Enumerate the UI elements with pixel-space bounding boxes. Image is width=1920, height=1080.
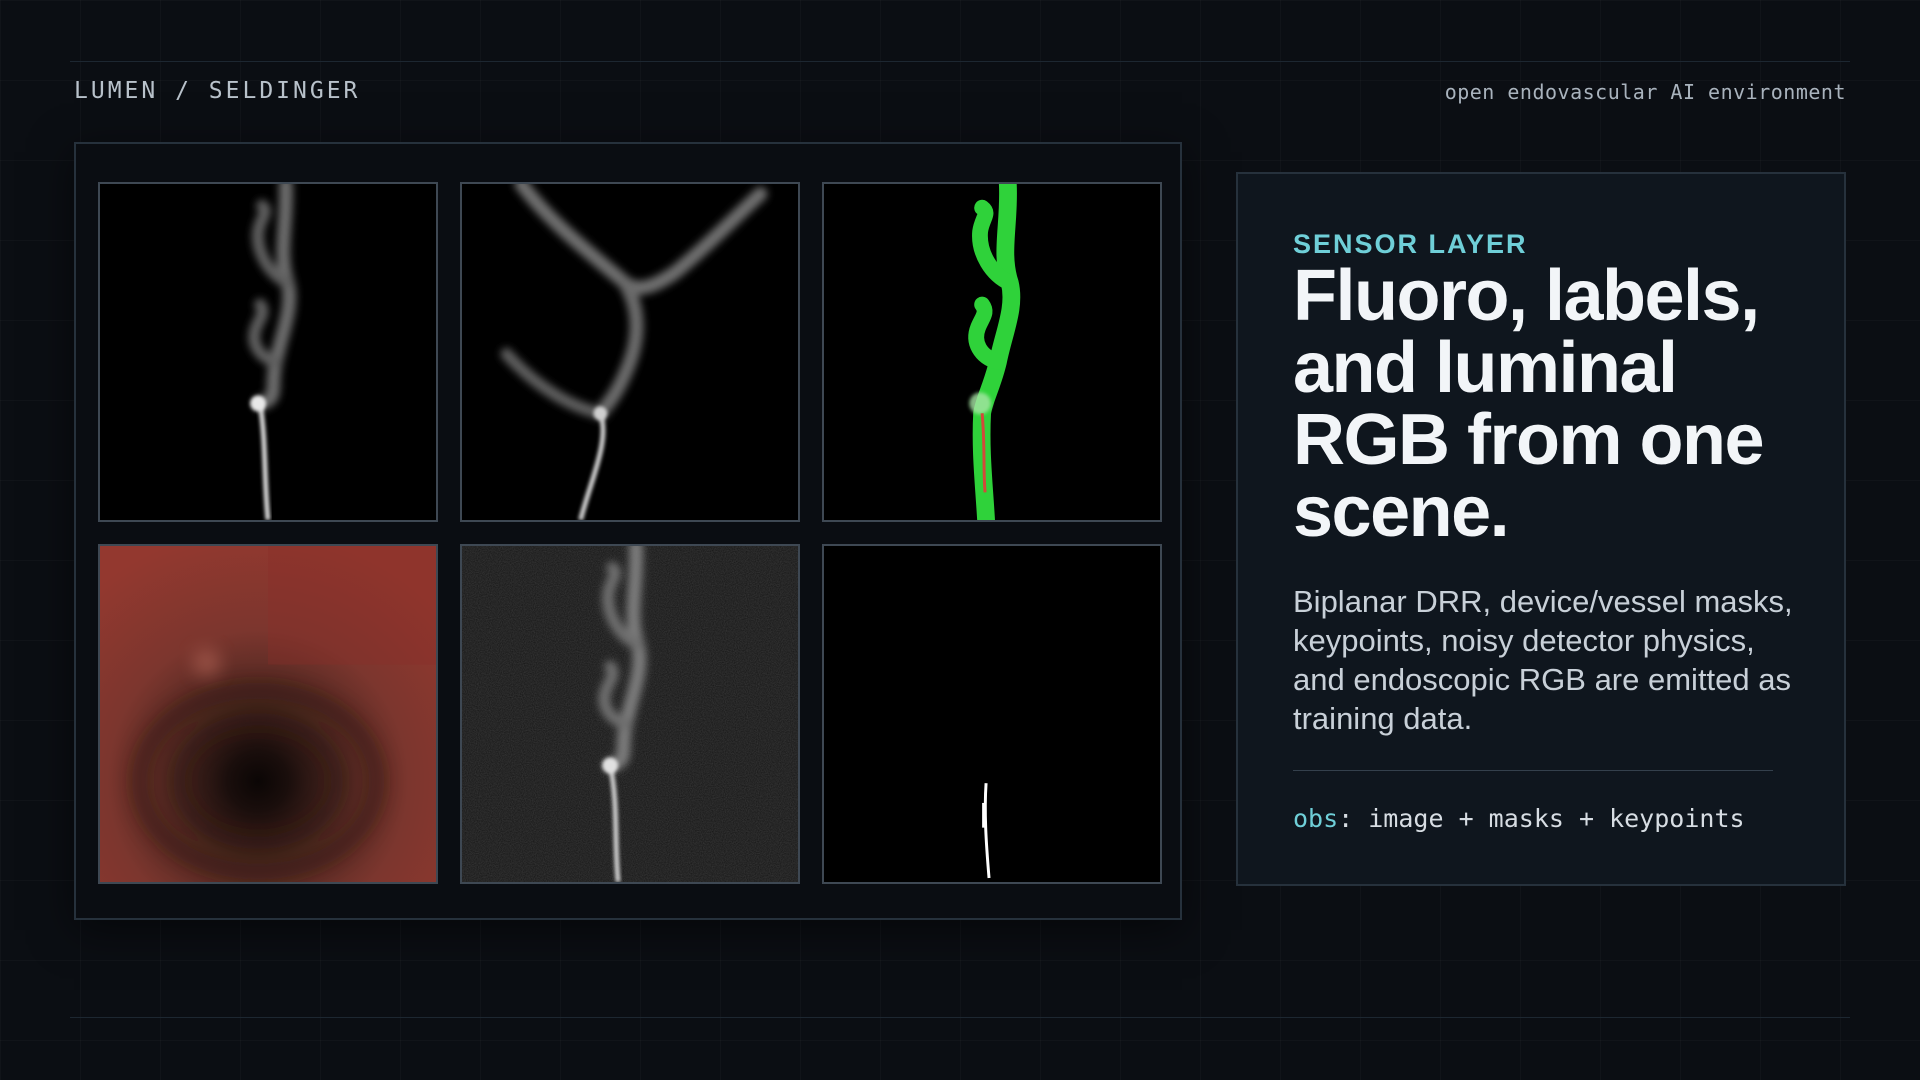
observation-spec: obs: image + masks + keypoints [1293, 804, 1745, 833]
top-rule [70, 61, 1850, 62]
fluoro-vessel-image [248, 184, 297, 520]
device-mask-image [824, 546, 1160, 882]
device-keypoints-tile [822, 544, 1162, 884]
panel-description: Biplanar DRR, device/vessel masks, keypo… [1293, 584, 1793, 736]
segmentation-mask-image [968, 184, 1021, 520]
vessel-device-mask-tile [822, 182, 1162, 522]
drr-lateral-tile [460, 182, 800, 522]
sensor-image-grid [74, 142, 1182, 920]
noisy-detector-tile [460, 544, 800, 884]
endoscopic-rgb-tile [98, 544, 438, 884]
panel-headline: Fluoro, labels, and luminal RGB from one… [1293, 256, 1765, 552]
noisy-fluoro-image [462, 546, 798, 882]
sensor-layer-panel: SENSOR LAYER Fluoro, labels, and luminal… [1236, 172, 1846, 886]
bottom-rule [70, 1017, 1850, 1018]
obs-value: : image + masks + keypoints [1338, 804, 1745, 833]
drr-frontal-tile [98, 182, 438, 522]
luminal-rgb-image [100, 546, 436, 882]
obs-key: obs [1293, 804, 1339, 833]
fluoro-vessel-tree-image [500, 184, 768, 520]
brand-title: LUMEN / SELDINGER [74, 78, 361, 104]
tagline: open endovascular AI environment [1444, 80, 1846, 104]
panel-divider [1293, 770, 1773, 771]
